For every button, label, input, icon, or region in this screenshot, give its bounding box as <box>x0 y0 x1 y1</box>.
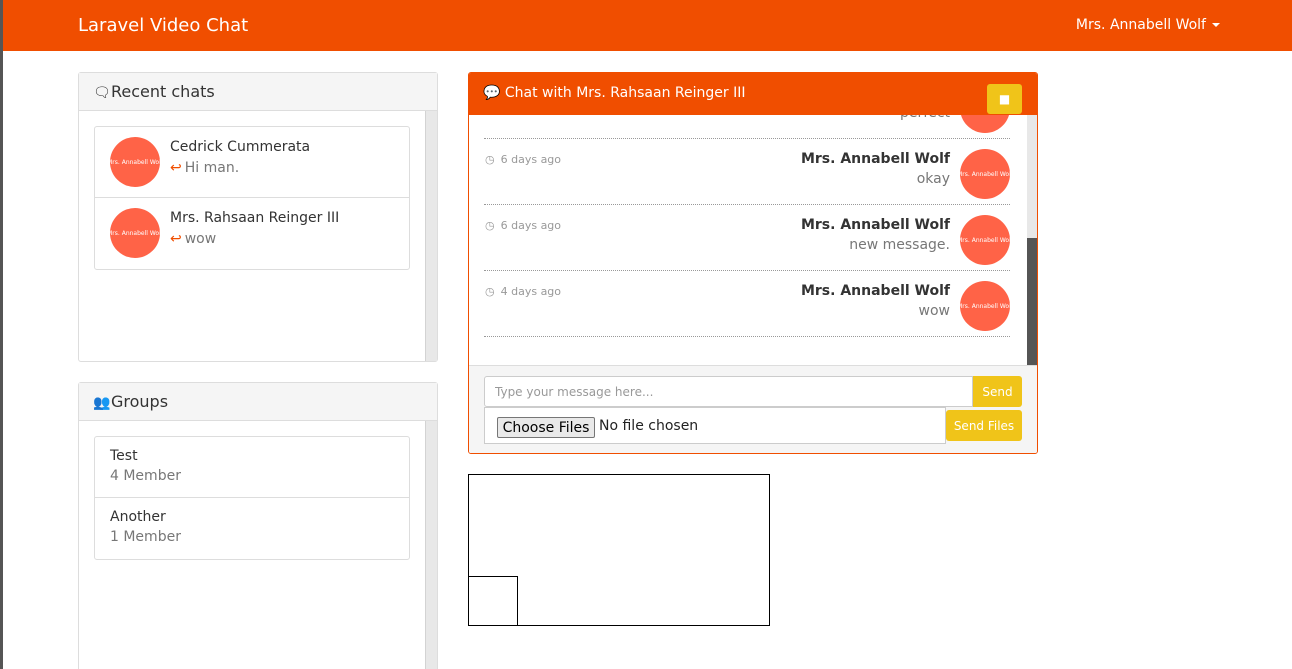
chat-item-last-message-text: Hi man. <box>184 160 240 176</box>
chat-heading: 💬 Chat with Mrs. Rahsaan Reinger III ■ <box>469 73 1037 115</box>
chat-item-name: Cedrick Cummerata <box>170 139 311 155</box>
comments-icon: 🗨 <box>93 85 111 101</box>
clock-icon: ◷ <box>485 219 495 232</box>
users-icon: 👥 <box>93 395 111 411</box>
message-text: perfect <box>900 115 950 121</box>
messages-scrollbar-thumb[interactable] <box>1027 238 1037 365</box>
no-file-label: No file chosen <box>599 418 699 434</box>
message-time: ◷ 6 days ago <box>485 219 561 232</box>
recent-chats-scrollbar[interactable] <box>425 111 437 361</box>
caret-down-icon <box>1212 23 1220 27</box>
send-files-button[interactable]: Send Files <box>946 410 1022 441</box>
recent-chats-heading: 🗨Recent chats <box>79 73 437 111</box>
user-menu-dropdown[interactable]: Mrs. Annabell Wolf <box>1076 17 1220 33</box>
message-time-text: 4 days ago <box>500 285 562 298</box>
brand-link[interactable]: Laravel Video Chat <box>78 15 248 36</box>
chat-footer: Send Choose Files No file chosen Send Fi… <box>469 365 1037 453</box>
groups-heading: 👥Groups <box>79 383 437 421</box>
group-item-test[interactable]: Test 4 Member <box>95 437 409 498</box>
message-item: ◷ 6 days ago Mrs. Annabell Wolf okay Mrs.… <box>484 139 1010 205</box>
chat-item-last-message: ↩ wow <box>170 231 216 247</box>
recent-chats-list: Mrs. Annabell Wolf Cedrick Cummerata ↩Hi… <box>94 126 410 270</box>
avatar: Mrs. Annabell Wolf <box>960 215 1010 265</box>
message-text: wow <box>918 303 950 319</box>
groups-list: Test 4 Member Another 1 Member <box>94 436 410 560</box>
group-name: Another <box>110 509 166 525</box>
chat-item-rahsaan[interactable]: Mrs. Annabell Wolf Mrs. Rahsaan Reinger … <box>95 198 409 269</box>
chat-item-last-message-text: wow <box>184 231 217 247</box>
groups-panel: 👥Groups Test 4 Member Another 1 Member <box>78 382 438 669</box>
message-input[interactable] <box>484 376 973 407</box>
reply-icon: ↩ <box>170 160 182 176</box>
recent-chats-panel: 🗨Recent chats Mrs. Annabell Wolf Cedrick… <box>78 72 438 362</box>
avatar <box>960 115 1010 133</box>
group-member-count: 1 Member <box>110 529 181 545</box>
choose-files-button[interactable]: Choose Files <box>497 417 595 438</box>
message-item: perfect <box>484 115 1010 139</box>
chat-panel: 💬 Chat with Mrs. Rahsaan Reinger III ■ p… <box>468 72 1038 454</box>
message-time: ◷ 4 days ago <box>485 285 561 298</box>
message-time-text: 6 days ago <box>500 153 562 166</box>
user-name: Mrs. Annabell Wolf <box>1075 17 1206 33</box>
group-item-another[interactable]: Another 1 Member <box>95 498 409 559</box>
message-sender: Mrs. Annabell Wolf <box>800 217 950 233</box>
message-text: okay <box>916 171 950 187</box>
message-sender: Mrs. Annabell Wolf <box>800 151 950 167</box>
group-member-count: 4 Member <box>110 468 181 484</box>
navbar: Laravel Video Chat Mrs. Annabell Wolf <box>3 0 1292 51</box>
remote-video <box>468 474 770 626</box>
video-camera-icon: ■ <box>998 92 1011 106</box>
avatar: Mrs. Annabell Wolf <box>110 137 160 187</box>
groups-scrollbar[interactable] <box>425 421 437 669</box>
group-name: Test <box>110 448 138 464</box>
message-text: new message. <box>849 237 950 253</box>
chat-title: Chat with Mrs. Rahsaan Reinger III <box>504 85 746 101</box>
clock-icon: ◷ <box>485 285 495 298</box>
message-item: ◷ 6 days ago Mrs. Annabell Wolf new messa… <box>484 205 1010 271</box>
chat-item-cedrick[interactable]: Mrs. Annabell Wolf Cedrick Cummerata ↩Hi… <box>95 127 409 198</box>
chat-item-name: Mrs. Rahsaan Reinger III <box>170 210 340 226</box>
avatar: Mrs. Annabell Wolf <box>960 149 1010 199</box>
send-button[interactable]: Send <box>973 376 1022 407</box>
local-video <box>468 576 518 626</box>
message-sender: Mrs. Annabell Wolf <box>800 283 950 299</box>
clock-icon: ◷ <box>485 153 495 166</box>
message-time: ◷ 6 days ago <box>485 153 561 166</box>
avatar: Mrs. Annabell Wolf <box>110 208 160 258</box>
groups-title: Groups <box>111 392 169 411</box>
file-input: Choose Files No file chosen <box>484 407 946 444</box>
video-call-button[interactable]: ■ <box>987 84 1022 114</box>
comment-icon: 💬 <box>483 85 501 101</box>
message-time-text: 6 days ago <box>500 219 562 232</box>
messages-list: perfect ◷ 6 days ago Mrs. Annabell Wolf o… <box>469 115 1037 365</box>
avatar: Mrs. Annabell Wolf <box>960 281 1010 331</box>
message-item: ◷ 4 days ago Mrs. Annabell Wolf wow Mrs. … <box>484 271 1010 337</box>
chat-item-last-message: ↩ Hi man. <box>170 160 239 176</box>
reply-icon: ↩ <box>170 231 182 247</box>
recent-chats-title: Recent chats <box>111 82 215 101</box>
